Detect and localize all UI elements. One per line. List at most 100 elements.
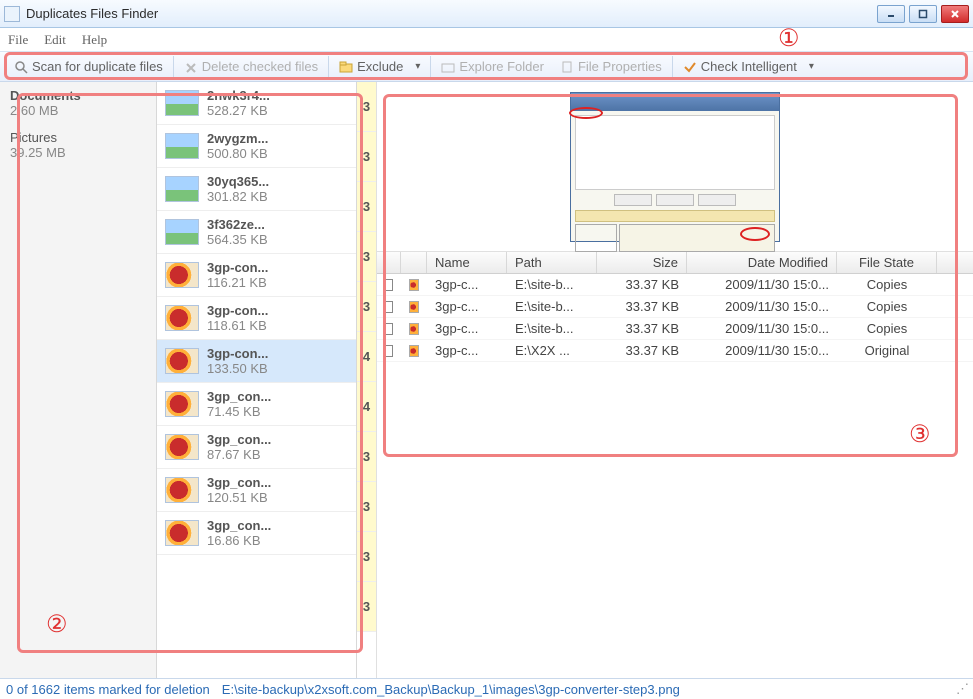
table-row[interactable]: 3gp-c... E:\site-b... 33.37 KB 2009/11/3… [377,318,973,340]
file-item[interactable]: 3gp_con... 71.45 KB [157,383,356,426]
row-date: 2009/11/30 15:0... [687,319,837,338]
file-name: 3gp_con... [207,475,348,490]
row-checkbox[interactable] [385,323,393,335]
file-thumbnail-icon [165,520,199,546]
properties-label: File Properties [578,59,662,74]
resize-grip[interactable]: ⋰ [956,681,967,697]
file-item[interactable]: 3gp_con... 16.86 KB [157,512,356,555]
col-date[interactable]: Date Modified [687,252,837,273]
file-size: 116.21 KB [207,275,348,290]
file-thumbnail-icon [165,348,199,374]
exclude-label: Exclude [357,59,403,74]
duplicate-count: 3 [357,482,376,532]
file-size: 528.27 KB [207,103,348,118]
status-path: E:\site-backup\x2xsoft.com_Backup\Backup… [222,682,680,697]
file-size: 87.67 KB [207,447,348,462]
check-icon [683,60,697,74]
col-path[interactable]: Path [507,252,597,273]
row-thumbnail-icon [409,323,419,335]
status-bar: 0 of 1662 items marked for deletion E:\s… [0,678,973,699]
file-size: 500.80 KB [207,146,348,161]
file-name: 30yq365... [207,174,348,189]
toolbar: Scan for duplicate files Delete checked … [0,52,973,82]
file-thumbnail-icon [165,391,199,417]
row-size: 33.37 KB [597,341,687,360]
close-button[interactable] [941,5,969,23]
file-name: 3gp_con... [207,518,348,533]
row-state: Original [837,341,937,360]
file-item[interactable]: 2nwk3r4... 528.27 KB [157,82,356,125]
file-thumbnail-icon [165,133,199,159]
menu-bar: File Edit Help [0,28,973,52]
chevron-down-icon: ▾ [415,61,420,72]
row-state: Copies [837,275,937,294]
file-list: 2nwk3r4... 528.27 KB 2wygzm... 500.80 KB… [157,82,357,678]
folder-pictures[interactable]: Pictures 39.25 MB [0,124,156,166]
file-size: 71.45 KB [207,404,348,419]
maximize-button[interactable] [909,5,937,23]
table-row[interactable]: 3gp-c... E:\site-b... 33.37 KB 2009/11/3… [377,274,973,296]
row-checkbox[interactable] [385,279,393,291]
file-size: 301.82 KB [207,189,348,204]
row-name: 3gp-c... [427,319,507,338]
file-name: 3gp-con... [207,303,348,318]
folder-size: 2.60 MB [10,103,146,118]
row-state: Copies [837,319,937,338]
app-icon [4,6,20,22]
col-size[interactable]: Size [597,252,687,273]
col-state[interactable]: File State [837,252,937,273]
row-thumbnail-icon [409,301,419,313]
row-thumbnail-icon [409,345,419,357]
row-path: E:\site-b... [507,297,597,316]
col-name[interactable]: Name [427,252,507,273]
duplicate-count: 4 [357,332,376,382]
row-path: E:\site-b... [507,275,597,294]
image-preview [570,92,780,242]
file-item[interactable]: 3gp_con... 87.67 KB [157,426,356,469]
file-thumbnail-icon [165,219,199,245]
duplicate-count: 3 [357,582,376,632]
preview-area [377,82,973,252]
file-item[interactable]: 30yq365... 301.82 KB [157,168,356,211]
menu-file[interactable]: File [8,32,28,48]
duplicate-count: 3 [357,82,376,132]
minimize-button[interactable] [877,5,905,23]
folder-name: Documents [10,88,146,103]
explore-label: Explore Folder [459,59,544,74]
file-size: 16.86 KB [207,533,348,548]
duplicate-count: 3 [357,132,376,182]
row-size: 33.37 KB [597,297,687,316]
row-state: Copies [837,297,937,316]
table-row[interactable]: 3gp-c... E:\site-b... 33.37 KB 2009/11/3… [377,296,973,318]
row-checkbox[interactable] [385,345,393,357]
file-item[interactable]: 3gp-con... 118.61 KB [157,297,356,340]
file-size: 118.61 KB [207,318,348,333]
file-item[interactable]: 3gp-con... 133.50 KB [157,340,356,383]
folder-list: Documents 2.60 MB Pictures 39.25 MB [0,82,157,678]
file-thumbnail-icon [165,90,199,116]
table-row[interactable]: 3gp-c... E:\X2X ... 33.37 KB 2009/11/30 … [377,340,973,362]
file-thumbnail-icon [165,477,199,503]
file-item[interactable]: 3gp-con... 116.21 KB [157,254,356,297]
scan-label: Scan for duplicate files [32,59,163,74]
search-icon [14,60,28,74]
menu-edit[interactable]: Edit [44,32,66,48]
properties-icon [560,60,574,74]
check-intelligent-button[interactable]: Check Intelligent ▾ [675,56,822,77]
status-marked: 0 of 1662 items marked for deletion [6,682,210,697]
file-item[interactable]: 3gp_con... 120.51 KB [157,469,356,512]
file-size: 120.51 KB [207,490,348,505]
file-item[interactable]: 2wygzm... 500.80 KB [157,125,356,168]
file-item[interactable]: 3f362ze... 564.35 KB [157,211,356,254]
duplicate-table: Name Path Size Date Modified File State … [377,252,973,678]
row-checkbox[interactable] [385,301,393,313]
folder-size: 39.25 MB [10,145,146,160]
scan-button[interactable]: Scan for duplicate files [6,56,171,77]
explore-button: Explore Folder [433,56,552,77]
exclude-button[interactable]: Exclude ▾ [331,56,428,77]
file-name: 3gp-con... [207,346,348,361]
main-area: Documents 2.60 MB Pictures 39.25 MB 2nwk… [0,82,973,678]
folder-documents[interactable]: Documents 2.60 MB [0,82,156,124]
menu-help[interactable]: Help [82,32,107,48]
properties-button: File Properties [552,56,670,77]
